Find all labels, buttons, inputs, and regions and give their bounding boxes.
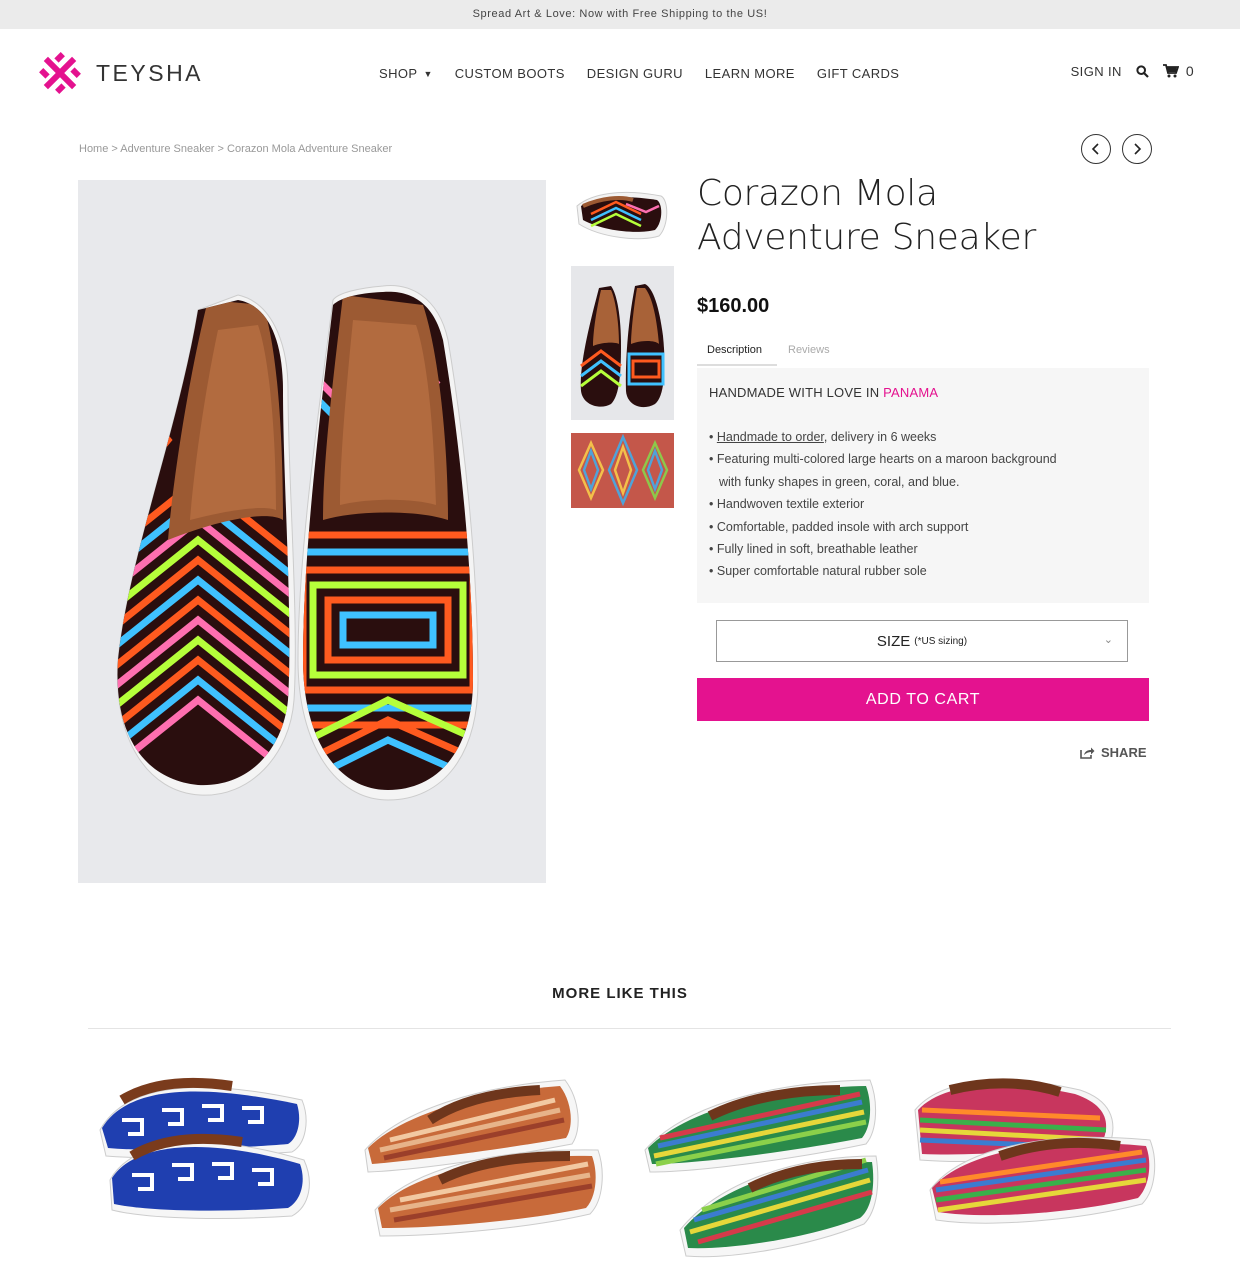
list-item: • Handmade to order, delivery in 6 weeks bbox=[709, 430, 937, 444]
add-to-cart-button[interactable]: ADD TO CART bbox=[697, 678, 1149, 721]
related-product-4[interactable] bbox=[910, 1060, 1160, 1264]
tab-reviews[interactable]: Reviews bbox=[778, 336, 840, 364]
product-title: Corazon Mola Adventure Sneaker bbox=[697, 172, 1137, 260]
nav-item-shop[interactable]: SHOP ▼ bbox=[379, 66, 433, 81]
chevron-right-icon bbox=[1134, 143, 1142, 155]
list-item-text: Handwoven textile exterior bbox=[716, 497, 865, 512]
tab-description[interactable]: Description bbox=[697, 336, 777, 366]
divider bbox=[88, 1028, 1171, 1029]
list-item-text: Comfortable, padded insole with arch sup… bbox=[716, 519, 969, 534]
list-item-text: Fully lined in soft, breathable leather bbox=[716, 542, 918, 557]
chevron-left-icon bbox=[1091, 143, 1099, 155]
related-product-2[interactable] bbox=[360, 1060, 605, 1264]
cart-icon bbox=[1162, 64, 1179, 78]
product-thumbnail-2[interactable] bbox=[571, 266, 674, 420]
search-icon[interactable] bbox=[1136, 64, 1149, 78]
product-main-image[interactable] bbox=[78, 180, 546, 883]
main-nav: SHOP ▼ CUSTOM BOOTS DESIGN GURU LEARN MOR… bbox=[379, 66, 899, 81]
size-select[interactable]: SIZE (*US sizing) ⌄ bbox=[716, 620, 1128, 662]
description-panel: HANDMADE WITH LOVE IN PANAMA • Handmade … bbox=[697, 368, 1149, 603]
related-product-image bbox=[364, 1079, 603, 1237]
breadcrumb-home[interactable]: Home bbox=[79, 143, 108, 155]
feature-list: • Handmade to order, delivery in 6 weeks… bbox=[709, 426, 1137, 583]
list-item-text: , delivery in 6 weeks bbox=[823, 430, 937, 444]
announcement-text: Spread Art & Love: Now with Free Shippin… bbox=[472, 8, 768, 20]
related-product-image bbox=[914, 1078, 1156, 1224]
breadcrumb-current: Corazon Mola Adventure Sneaker bbox=[227, 143, 393, 155]
related-product-1[interactable] bbox=[92, 1060, 312, 1264]
share-button[interactable]: SHARE bbox=[1080, 745, 1147, 760]
list-item-text: Super comfortable natural rubber sole bbox=[716, 564, 927, 579]
list-item: with funky shapes in green, coral, and b… bbox=[709, 471, 1137, 493]
list-item: • Featuring multi-colored large hearts o… bbox=[709, 452, 1057, 467]
breadcrumb-separator: > bbox=[217, 143, 224, 155]
share-icon bbox=[1080, 747, 1095, 759]
related-title: MORE LIKE THIS bbox=[552, 985, 688, 1002]
site-header: TEYSHA SHOP ▼ CUSTOM BOOTS DESIGN GURU LE… bbox=[0, 29, 1240, 119]
announcement-bar: Spread Art & Love: Now with Free Shippin… bbox=[0, 0, 1240, 29]
handmade-to-order-link[interactable]: Handmade to order bbox=[717, 430, 824, 444]
breadcrumb-collection[interactable]: Adventure Sneaker bbox=[120, 143, 214, 155]
product-title-line1: Corazon Mola bbox=[697, 173, 938, 214]
related-product-image bbox=[644, 1079, 879, 1258]
thumbnail-image bbox=[571, 266, 674, 420]
list-item-text: Featuring multi-colored large hearts on … bbox=[716, 452, 1057, 467]
account-area: SIGN IN 0 bbox=[1071, 63, 1194, 79]
chevron-down-icon: ▼ bbox=[423, 69, 433, 79]
chevron-down-icon: ⌄ bbox=[1103, 634, 1113, 646]
brand-name: TEYSHA bbox=[96, 59, 204, 86]
share-label: SHARE bbox=[1101, 745, 1147, 760]
product-tabs: Description Reviews bbox=[697, 336, 1149, 368]
product-thumbnail-1[interactable] bbox=[571, 176, 674, 248]
cart-button[interactable]: 0 bbox=[1162, 63, 1194, 79]
thumbnail-image bbox=[576, 191, 668, 240]
related-product-image bbox=[99, 1078, 310, 1219]
list-item: • Comfortable, padded insole with arch s… bbox=[709, 519, 969, 534]
product-thumbnail-3[interactable] bbox=[571, 433, 674, 508]
breadcrumb-separator: > bbox=[111, 143, 118, 155]
prev-product-button[interactable] bbox=[1081, 134, 1111, 164]
nav-item-learn-more[interactable]: LEARN MORE bbox=[705, 66, 795, 81]
description-heading-text: HANDMADE WITH LOVE IN bbox=[709, 385, 884, 400]
cart-count: 0 bbox=[1185, 63, 1194, 79]
list-item: • Super comfortable natural rubber sole bbox=[709, 564, 927, 579]
nav-item-custom-boots[interactable]: CUSTOM BOOTS bbox=[455, 66, 565, 81]
list-item: • Handwoven textile exterior bbox=[709, 497, 865, 512]
product-title-line2: Adventure Sneaker bbox=[697, 217, 1036, 258]
thumbnail-image bbox=[571, 433, 674, 508]
description-heading: HANDMADE WITH LOVE IN PANAMA bbox=[709, 385, 1137, 400]
brand-logo[interactable]: TEYSHA bbox=[38, 51, 203, 95]
logo-icon bbox=[39, 52, 81, 94]
nav-item-shop-label: SHOP bbox=[379, 66, 418, 81]
nav-item-gift-cards[interactable]: GIFT CARDS bbox=[817, 66, 900, 81]
nav-item-design-guru[interactable]: DESIGN GURU bbox=[587, 66, 683, 81]
list-item: • Fully lined in soft, breathable leathe… bbox=[709, 542, 918, 557]
next-product-button[interactable] bbox=[1122, 134, 1152, 164]
sign-in-link[interactable]: SIGN IN bbox=[1071, 64, 1122, 79]
size-label: SIZE bbox=[876, 632, 911, 650]
size-note: (*US sizing) bbox=[914, 635, 968, 647]
product-price: $160.00 bbox=[697, 295, 770, 317]
list-item-text: with funky shapes in green, coral, and b… bbox=[719, 474, 960, 489]
description-heading-highlight: PANAMA bbox=[883, 385, 939, 400]
related-product-3[interactable] bbox=[640, 1060, 880, 1264]
shoe-pair-image bbox=[78, 180, 546, 883]
breadcrumb: Home > Adventure Sneaker > Corazon Mola … bbox=[79, 143, 392, 155]
